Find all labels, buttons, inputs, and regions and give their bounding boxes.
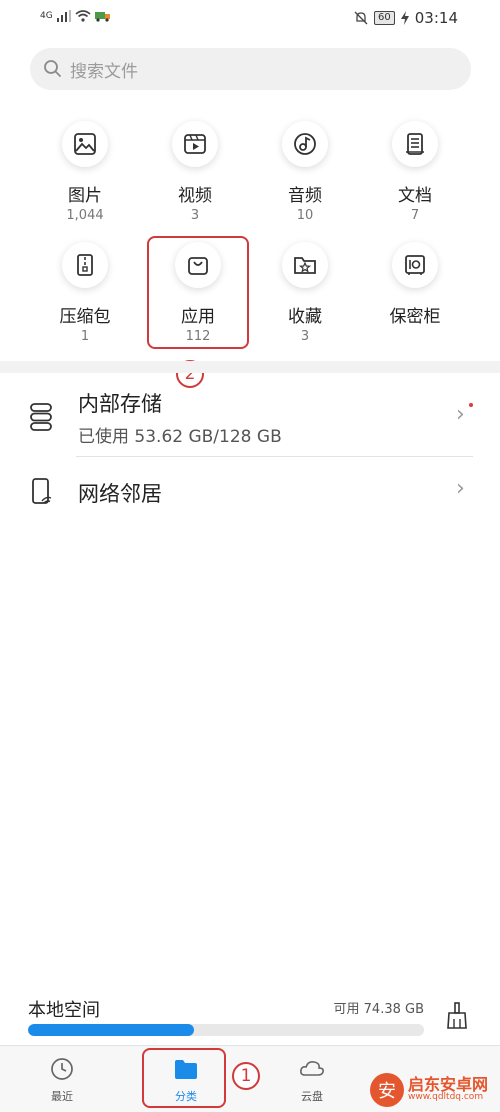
status-left: 4G (40, 10, 111, 22)
status-right: 60 03:14 (354, 9, 458, 27)
clock-icon (51, 1058, 73, 1080)
chevron-right-icon: › (456, 402, 465, 427)
category-label: 音频 (288, 186, 322, 206)
category-count: 3 (300, 329, 310, 344)
annotation-step-1: 1 (232, 1062, 260, 1090)
network-neighborhood-row[interactable]: 网络邻居 › (0, 460, 500, 524)
internal-storage-title: 内部存储 (78, 392, 162, 416)
search-icon (44, 60, 61, 77)
local-space-available: 可用 74.38 GB (333, 1002, 424, 1017)
local-space-label: 本地空间 (28, 1000, 100, 1021)
category-images[interactable]: 图片 1,044 (30, 121, 140, 223)
category-archives[interactable]: 压缩包 1 (30, 242, 140, 344)
search-bar[interactable]: 搜索文件 (30, 48, 471, 90)
category-documents[interactable]: 文档 7 (360, 121, 470, 223)
zip-icon (62, 242, 108, 288)
watermark: 安 启东安卓网 www.qdltdq.com (370, 1068, 500, 1111)
category-count: 1 (80, 329, 90, 344)
category-count: 7 (410, 208, 420, 223)
watermark-title: 启东安卓网 (408, 1074, 489, 1094)
red-dot-badge (469, 403, 473, 407)
signal-icon (56, 10, 71, 22)
storage-progress-bar (28, 1024, 424, 1036)
annotation-highlight-category-tab (142, 1048, 226, 1108)
category-count: 3 (190, 208, 200, 223)
category-label: 压缩包 (59, 307, 111, 327)
wifi-icon (75, 10, 91, 22)
watermark-url: www.qdltdq.com (408, 1092, 484, 1103)
mute-bell-icon (354, 11, 368, 25)
nav-cloud[interactable]: 云盘 (272, 1056, 352, 1104)
nav-label: 云盘 (301, 1090, 323, 1103)
watermark-logo-icon: 安 (370, 1072, 404, 1107)
category-label: 保密柜 (389, 307, 441, 327)
category-count: 10 (296, 208, 314, 223)
network-type: 4G (40, 11, 53, 21)
clock-time: 03:14 (414, 9, 458, 27)
category-count: 1,044 (66, 208, 104, 223)
image-icon (62, 121, 108, 167)
music-icon (282, 121, 328, 167)
status-bar: 4G 60 03:14 (0, 0, 500, 38)
charging-icon (400, 11, 409, 25)
broom-clean-icon[interactable] (444, 1001, 470, 1031)
network-device-icon (32, 478, 52, 504)
nav-recent[interactable]: 最近 (22, 1056, 102, 1104)
category-audio[interactable]: 音频 10 (250, 121, 360, 223)
category-favorites[interactable]: 收藏 3 (250, 242, 360, 344)
video-icon (172, 121, 218, 167)
category-label: 文档 (398, 186, 432, 206)
category-videos[interactable]: 视频 3 (140, 121, 250, 223)
truck-icon (94, 12, 110, 22)
search-placeholder: 搜索文件 (70, 61, 138, 82)
chevron-right-icon: › (456, 476, 465, 501)
network-neighborhood-title: 网络邻居 (78, 482, 162, 506)
storage-icon (30, 403, 52, 431)
battery-indicator: 60 (374, 11, 395, 25)
category-label: 图片 (68, 186, 102, 206)
category-label: 视频 (178, 186, 212, 206)
star-folder-icon (282, 242, 328, 288)
annotation-highlight-apps (147, 236, 249, 349)
document-icon (392, 121, 438, 167)
nav-label: 最近 (51, 1090, 73, 1103)
internal-storage-usage: 已使用 53.62 GB/128 GB (78, 427, 282, 447)
storage-progress-fill (28, 1024, 194, 1036)
cloud-icon (300, 1061, 324, 1076)
safe-icon (392, 242, 438, 288)
section-divider (0, 361, 500, 373)
row-divider (76, 456, 473, 457)
category-label: 收藏 (288, 307, 322, 327)
internal-storage-row[interactable]: 内部存储 已使用 53.62 GB/128 GB › (0, 378, 500, 456)
category-safe[interactable]: 保密柜 (360, 242, 470, 327)
